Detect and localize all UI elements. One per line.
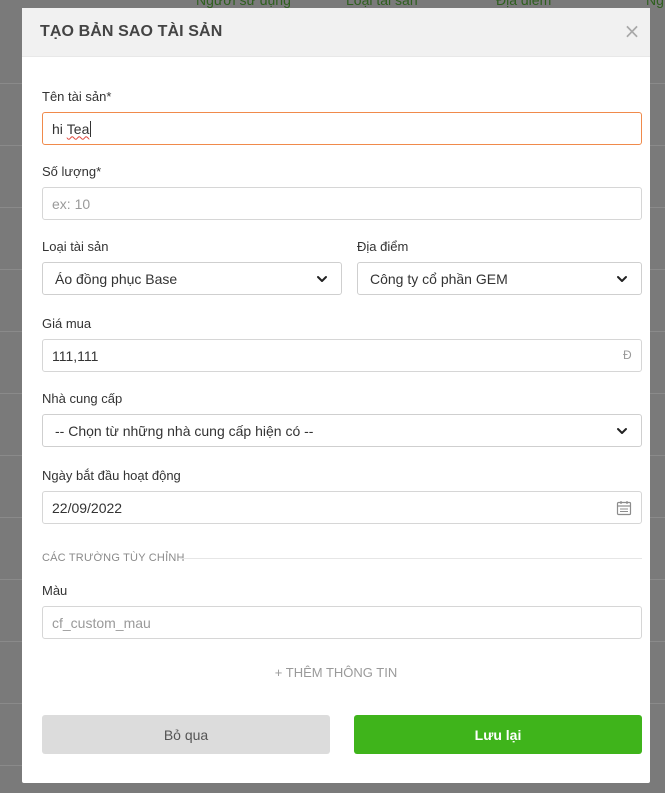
- quantity-label: Số lượng*: [42, 164, 102, 179]
- color-input[interactable]: [42, 606, 642, 639]
- bg-column-user: Người sử dụng: [196, 0, 291, 8]
- asset-name-input[interactable]: hi Tea: [42, 112, 642, 145]
- start-date-label: Ngày bắt đầu hoạt động: [42, 468, 181, 483]
- close-icon[interactable]: ×: [620, 19, 644, 43]
- bg-row-line: [0, 455, 22, 456]
- location-select[interactable]: Công ty cổ phần GEM: [357, 262, 642, 295]
- bg-row-line: [650, 269, 665, 270]
- asset-name-value-word: Tea: [66, 120, 90, 137]
- bg-row-line: [0, 83, 22, 84]
- duplicate-asset-modal: TẠO BẢN SAO TÀI SẢN × Tên tài sản* hi Te…: [22, 8, 650, 783]
- price-input[interactable]: [42, 339, 642, 372]
- asset-name-label: Tên tài sản*: [42, 89, 112, 104]
- bg-row-line: [0, 765, 22, 766]
- price-label: Giá mua: [42, 316, 92, 331]
- chevron-down-icon: [617, 427, 627, 434]
- quantity-input[interactable]: [42, 187, 642, 220]
- section-divider: [180, 558, 642, 559]
- location-selected: Công ty cổ phần GEM: [370, 270, 508, 287]
- asset-type-label: Loại tài sản: [42, 239, 109, 254]
- bg-row-line: [0, 517, 22, 518]
- asset-name-value-prefix: hi: [52, 120, 67, 137]
- text-cursor: [90, 120, 92, 137]
- bg-row-line: [0, 393, 22, 394]
- bg-column-asset-type: Loại tài sản: [346, 0, 418, 8]
- bg-row-line: [0, 579, 22, 580]
- bg-row-line: [650, 703, 665, 704]
- bg-row-line: [650, 641, 665, 642]
- bg-row-line: [650, 331, 665, 332]
- chevron-down-icon: [317, 275, 327, 282]
- asset-type-selected: Áo đồng phục Base: [55, 270, 178, 287]
- bg-row-line: [0, 641, 22, 642]
- asset-type-select[interactable]: Áo đồng phục Base: [42, 262, 342, 295]
- bg-row-line: [650, 83, 665, 84]
- bg-row-line: [650, 517, 665, 518]
- bg-column-location: Địa điểm: [496, 0, 552, 8]
- modal-title: TẠO BẢN SAO TÀI SẢN: [40, 23, 223, 40]
- custom-fields-section-title: CÁC TRƯỜNG TÙY CHỈNH: [42, 552, 185, 564]
- cancel-button[interactable]: Bỏ qua: [42, 715, 330, 754]
- supplier-label: Nhà cung cấp: [42, 391, 123, 406]
- color-label: Màu: [42, 583, 68, 598]
- start-date-input[interactable]: [42, 491, 642, 524]
- bg-row-line: [650, 455, 665, 456]
- bg-row-line: [650, 145, 665, 146]
- bg-row-line: [650, 579, 665, 580]
- add-more-info-link[interactable]: + THÊM THÔNG TIN: [22, 665, 650, 680]
- bg-row-line: [0, 703, 22, 704]
- bg-row-line: [0, 331, 22, 332]
- bg-column-more: Ng: [646, 0, 664, 8]
- bg-row-line: [0, 269, 22, 270]
- bg-row-line: [650, 207, 665, 208]
- bg-row-line: [0, 207, 22, 208]
- supplier-select[interactable]: -- Chọn từ những nhà cung cấp hiện có --: [42, 414, 642, 447]
- location-label: Địa điểm: [357, 239, 409, 254]
- calendar-icon[interactable]: [616, 500, 632, 516]
- supplier-selected: -- Chọn từ những nhà cung cấp hiện có --: [55, 422, 314, 439]
- bg-row-line: [0, 145, 22, 146]
- currency-suffix: Đ: [623, 348, 632, 362]
- modal-header: TẠO BẢN SAO TÀI SẢN ×: [22, 8, 650, 57]
- chevron-down-icon: [617, 275, 627, 282]
- save-button[interactable]: Lưu lại: [354, 715, 642, 754]
- bg-row-line: [650, 393, 665, 394]
